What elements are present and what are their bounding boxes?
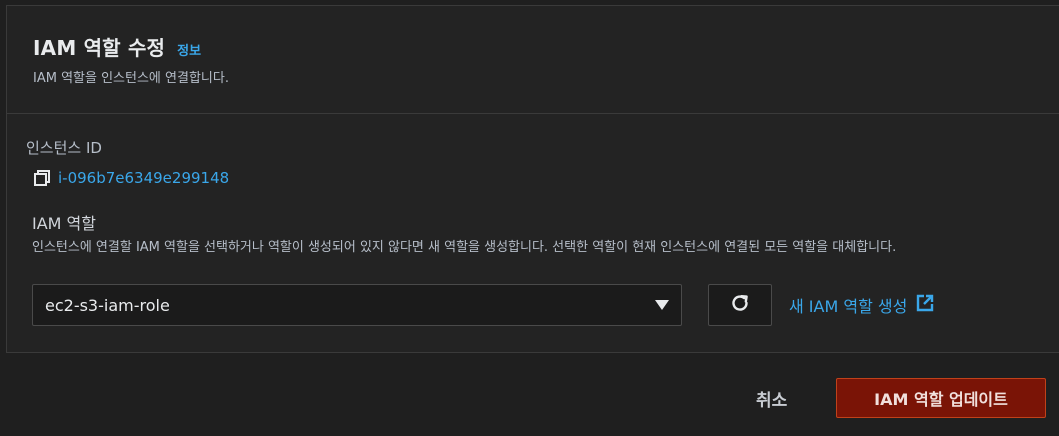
instance-id-label: 인스턴스 ID	[26, 139, 102, 157]
create-new-iam-role-link[interactable]: 새 IAM 역할 생성	[789, 293, 935, 317]
page-description: IAM 역할을 인스턴스에 연결합니다.	[33, 71, 229, 86]
iam-role-selected-value: ec2-s3-iam-role	[45, 295, 170, 315]
iam-role-label: IAM 역할	[32, 214, 96, 233]
copy-icon[interactable]	[32, 168, 52, 188]
create-new-iam-role-label[interactable]: 새 IAM 역할 생성	[789, 293, 907, 317]
info-link[interactable]: 정보	[177, 40, 201, 59]
refresh-icon	[729, 292, 751, 318]
caret-down-icon	[655, 300, 669, 310]
refresh-button[interactable]	[708, 284, 772, 326]
cancel-button[interactable]: 취소	[746, 384, 797, 413]
update-iam-role-button[interactable]: IAM 역할 업데이트	[836, 378, 1046, 418]
modify-iam-role-page: IAM 역할 수정 정보 IAM 역할을 인스턴스에 연결합니다. 인스턴스 I…	[0, 0, 1059, 436]
instance-id-value[interactable]: i-096b7e6349e299148	[58, 169, 229, 187]
instance-id-copy[interactable]: i-096b7e6349e299148	[32, 168, 229, 188]
external-link-icon	[915, 293, 935, 317]
page-title: IAM 역할 수정	[33, 36, 166, 60]
panel-header: IAM 역할 수정 정보 IAM 역할을 인스턴스에 연결합니다.	[7, 6, 1059, 114]
iam-role-description: 인스턴스에 연결할 IAM 역할을 선택하거나 역할이 생성되어 있지 않다면 …	[32, 240, 897, 255]
iam-role-select[interactable]: ec2-s3-iam-role	[32, 284, 682, 326]
header-title-row: IAM 역할 수정 정보	[33, 32, 201, 61]
